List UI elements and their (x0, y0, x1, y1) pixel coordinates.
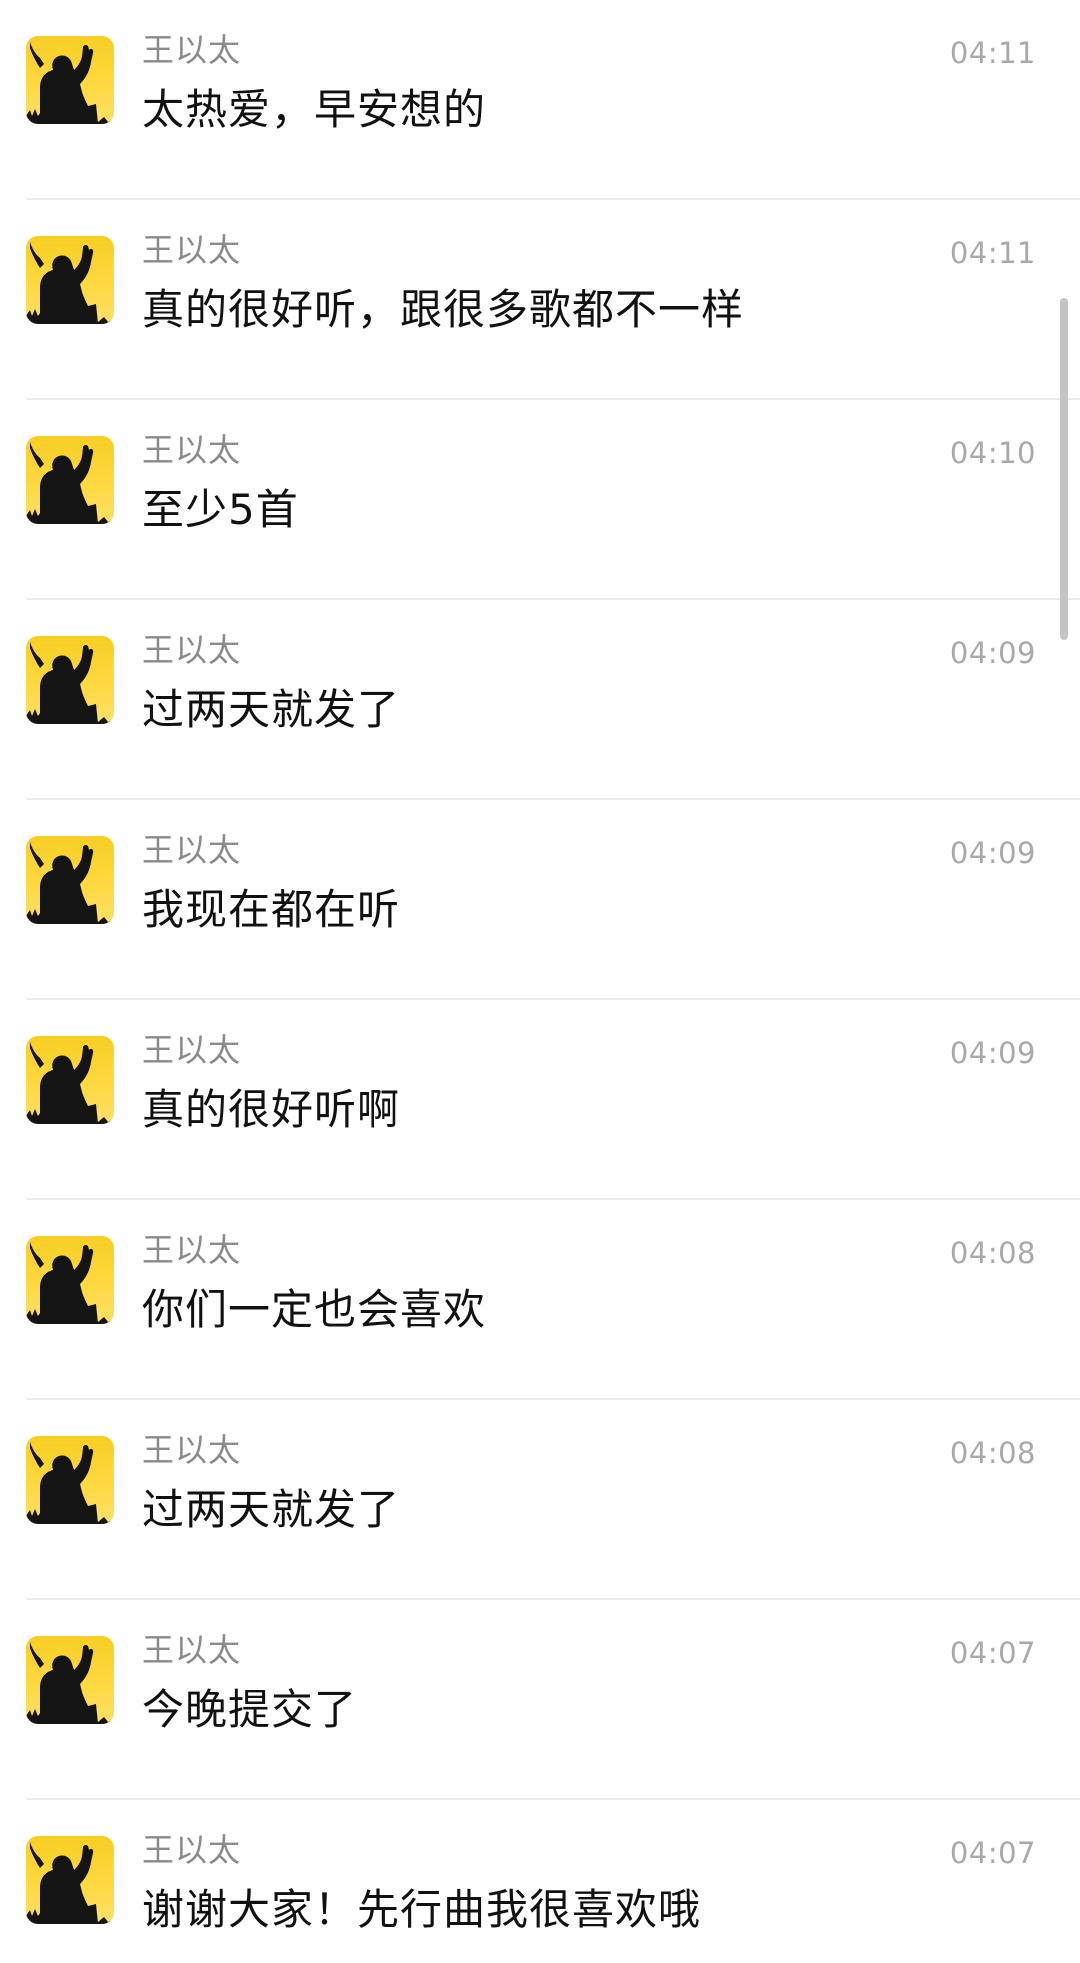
avatar[interactable] (26, 1436, 114, 1524)
timestamp: 04:08 (949, 1436, 1036, 1470)
silhouette-raised-fist-icon (26, 642, 114, 724)
comment-screen: 王以太 04:11 太热爱，早安想的 王以太 04:11 真的很好听，跟很多歌都… (0, 0, 1080, 1963)
avatar[interactable] (26, 836, 114, 924)
list-item[interactable]: 王以太 04:07 今晚提交了 (0, 1600, 1080, 1800)
avatar[interactable] (26, 36, 114, 124)
sender-name[interactable]: 王以太 (142, 430, 241, 470)
sender-name[interactable]: 王以太 (142, 230, 241, 270)
list-item[interactable]: 王以太 04:08 你们一定也会喜欢 (0, 1200, 1080, 1400)
list-item[interactable]: 王以太 04:08 过两天就发了 (0, 1400, 1080, 1600)
list-item[interactable]: 王以太 04:09 真的很好听啊 (0, 1000, 1080, 1200)
sender-name[interactable]: 王以太 (142, 830, 241, 870)
sender-name[interactable]: 王以太 (142, 630, 241, 670)
timestamp: 04:09 (949, 836, 1036, 870)
timestamp: 04:08 (949, 1236, 1036, 1270)
timestamp: 04:09 (949, 1036, 1036, 1070)
avatar[interactable] (26, 1236, 114, 1324)
silhouette-raised-fist-icon (26, 1442, 114, 1524)
silhouette-raised-fist-icon (26, 1042, 114, 1124)
message-list[interactable]: 王以太 04:11 太热爱，早安想的 王以太 04:11 真的很好听，跟很多歌都… (0, 0, 1080, 1963)
silhouette-raised-fist-icon (26, 442, 114, 524)
message-text: 谢谢大家！先行曲我很喜欢哦 (142, 1885, 702, 1934)
timestamp: 04:07 (949, 1836, 1036, 1870)
list-item[interactable]: 王以太 04:07 谢谢大家！先行曲我很喜欢哦 (0, 1800, 1080, 1963)
sender-name[interactable]: 王以太 (142, 1430, 241, 1470)
timestamp: 04:07 (949, 1636, 1036, 1670)
message-text: 我现在都在听 (142, 885, 401, 934)
sender-name[interactable]: 王以太 (142, 1630, 241, 1670)
silhouette-raised-fist-icon (26, 1242, 114, 1324)
message-text: 你们一定也会喜欢 (142, 1285, 487, 1334)
silhouette-raised-fist-icon (26, 842, 114, 924)
timestamp: 04:09 (949, 636, 1036, 670)
avatar[interactable] (26, 1636, 114, 1724)
silhouette-raised-fist-icon (26, 1842, 114, 1924)
sender-name[interactable]: 王以太 (142, 30, 241, 70)
message-text: 今晚提交了 (142, 1685, 358, 1734)
message-text: 至少5首 (142, 485, 299, 534)
sender-name[interactable]: 王以太 (142, 1030, 241, 1070)
avatar[interactable] (26, 236, 114, 324)
message-text: 过两天就发了 (142, 685, 401, 734)
list-item[interactable]: 王以太 04:10 至少5首 (0, 400, 1080, 600)
message-text: 太热爱，早安想的 (142, 85, 487, 134)
sender-name[interactable]: 王以太 (142, 1830, 241, 1870)
message-text: 真的很好听啊 (142, 1085, 401, 1134)
avatar[interactable] (26, 636, 114, 724)
timestamp: 04:11 (949, 36, 1036, 70)
list-item[interactable]: 王以太 04:11 太热爱，早安想的 (0, 0, 1080, 200)
avatar[interactable] (26, 1036, 114, 1124)
sender-name[interactable]: 王以太 (142, 1230, 241, 1270)
avatar[interactable] (26, 436, 114, 524)
list-item[interactable]: 王以太 04:09 我现在都在听 (0, 800, 1080, 1000)
list-item[interactable]: 王以太 04:11 真的很好听，跟很多歌都不一样 (0, 200, 1080, 400)
silhouette-raised-fist-icon (26, 42, 114, 124)
timestamp: 04:11 (949, 236, 1036, 270)
message-text: 过两天就发了 (142, 1485, 401, 1534)
list-item[interactable]: 王以太 04:09 过两天就发了 (0, 600, 1080, 800)
scrollbar-thumb[interactable] (1060, 298, 1068, 640)
silhouette-raised-fist-icon (26, 242, 114, 324)
timestamp: 04:10 (949, 436, 1036, 470)
message-text: 真的很好听，跟很多歌都不一样 (142, 285, 745, 334)
silhouette-raised-fist-icon (26, 1642, 114, 1724)
avatar[interactable] (26, 1836, 114, 1924)
